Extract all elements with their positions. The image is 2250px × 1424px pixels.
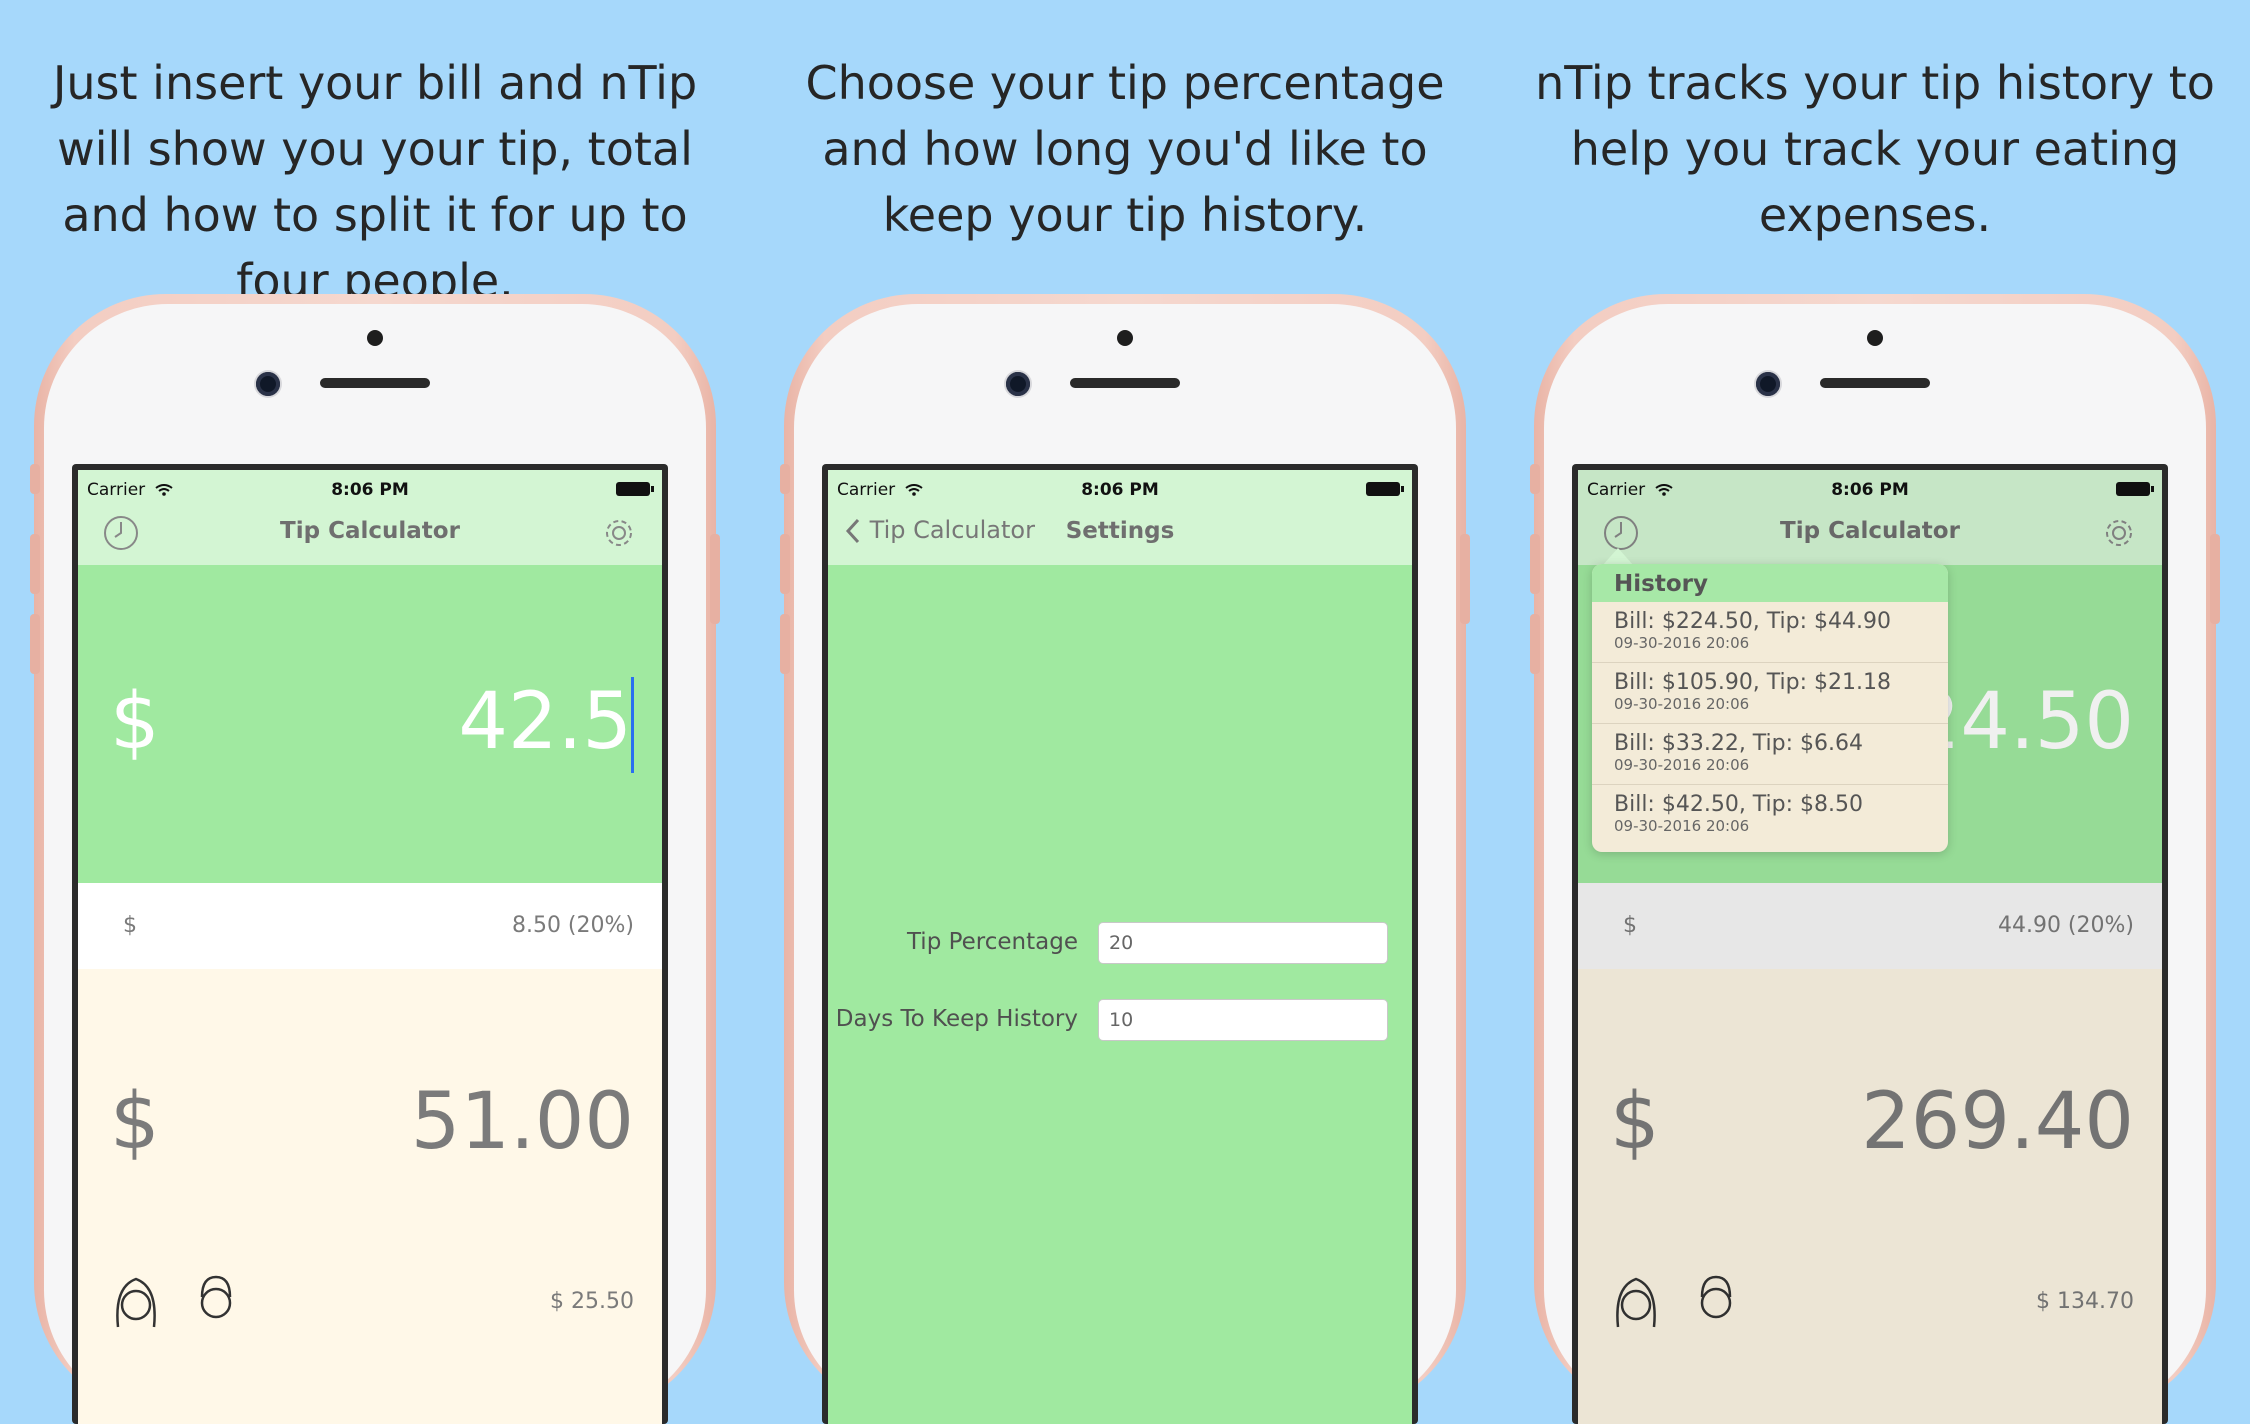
status-bar: Carrier 8:06 PM [1578,478,2162,502]
status-bar: Carrier 8:06 PM [828,478,1412,502]
woman-icon[interactable] [1608,1269,1664,1329]
earpiece-speaker [1820,378,1930,388]
text-cursor [631,677,634,773]
front-camera [256,372,280,396]
history-title: History [1592,564,1948,602]
history-entry: Bill: $33.22, Tip: $6.64 [1614,731,1864,756]
side-button [2210,534,2220,624]
history-entry: Bill: $224.50, Tip: $44.90 [1614,609,1892,634]
side-button [1530,464,1540,494]
display: Carrier 8:06 PM Tip Calculator 24.50 $ 4… [1578,470,2162,1424]
gear-icon[interactable] [2100,514,2138,552]
history-item[interactable]: Bill: $42.50, Tip: $8.50 09-30-2016 20:0… [1592,785,1948,846]
tip-currency: $ [1623,913,1637,938]
side-button [30,534,40,594]
days-history-label: Days To Keep History [835,1006,1078,1032]
split-amount: $ 25.50 [550,1289,634,1314]
phone-1: Carrier 8:06 PM Tip Calculator $ 42.5 $ … [30,294,720,1424]
battery-icon [616,482,654,496]
front-camera [1006,372,1030,396]
earpiece-speaker [320,378,430,388]
display: Carrier 8:06 PM Tip Calculator Settings … [828,470,1412,1424]
phone-2: Carrier 8:06 PM Tip Calculator Settings … [780,294,1470,1424]
screen: Carrier 8:06 PM Tip Calculator Settings … [822,464,1418,1424]
caption-2: Choose your tip percentage and how long … [805,56,1445,242]
battery-icon [1366,482,1404,496]
history-date: 09-30-2016 20:06 [1614,695,1750,713]
total-amount: 269.40 [1861,1077,2134,1167]
page-title: Tip Calculator [280,518,460,544]
history-item[interactable]: Bill: $224.50, Tip: $44.90 09-30-2016 20… [1592,602,1948,663]
side-button [780,614,790,674]
earpiece-speaker [1070,378,1180,388]
bill-currency: $ [110,677,160,767]
page-title: Tip Calculator [1780,518,1960,544]
screen: Carrier 8:06 PM Tip Calculator $ 42.5 $ … [72,464,668,1424]
phone-3: Carrier 8:06 PM Tip Calculator 24.50 $ 4… [1530,294,2220,1424]
side-button [780,464,790,494]
side-button [780,534,790,594]
total-panel: $ 51.00 $ 25.50 [78,969,662,1424]
tip-percentage-input[interactable]: 20 [1098,922,1388,964]
history-item[interactable]: Bill: $105.90, Tip: $21.18 09-30-2016 20… [1592,663,1948,724]
tip-amount: 8.50 (20%) [511,913,634,938]
history-entry: Bill: $105.90, Tip: $21.18 [1614,670,1892,695]
days-history-input[interactable]: 10 [1098,999,1388,1041]
status-bar: Carrier 8:06 PM [78,478,662,502]
bill-panel[interactable]: $ 42.5 [78,565,662,883]
caption-3: nTip tracks your tip history to help you… [1535,56,2215,242]
proximity-sensor [1867,330,1883,346]
screen: Carrier 8:06 PM Tip Calculator 24.50 $ 4… [1572,464,2168,1424]
status-time: 8:06 PM [1831,480,1909,500]
status-time: 8:06 PM [1081,480,1159,500]
total-currency: $ [1610,1077,1660,1167]
tip-amount: 44.90 (20%) [1997,913,2134,938]
nav-bar: Carrier 8:06 PM Tip Calculator Settings [828,470,1412,566]
history-entry: Bill: $42.50, Tip: $8.50 [1614,792,1864,817]
tip-currency: $ [123,913,137,938]
nav-bar: Carrier 8:06 PM Tip Calculator [78,470,662,566]
tip-row: $ 8.50 (20%) [78,883,662,969]
battery-icon [2116,482,2154,496]
caption-1: Just insert your bill and nTip will show… [52,56,698,308]
history-date: 09-30-2016 20:06 [1614,634,1750,652]
tip-percentage-label: Tip Percentage [906,929,1078,955]
history-item[interactable]: Bill: $33.22, Tip: $6.64 09-30-2016 20:0… [1592,724,1948,785]
side-button [1530,614,1540,674]
side-button [30,614,40,674]
settings-body: Tip Percentage 20 Days To Keep History 1… [828,565,1412,1424]
split-amount: $ 134.70 [2036,1289,2134,1314]
proximity-sensor [367,330,383,346]
front-camera [1756,372,1780,396]
display: Carrier 8:06 PM Tip Calculator $ 42.5 $ … [78,470,662,1424]
page-title: Settings [1065,518,1175,544]
total-currency: $ [110,1077,160,1167]
nav-bar: Carrier 8:06 PM Tip Calculator [1578,470,2162,566]
history-date: 09-30-2016 20:06 [1614,756,1750,774]
side-button [1460,534,1470,624]
side-button [710,534,720,624]
side-button [1530,534,1540,594]
bill-input[interactable]: 42.5 [458,677,632,767]
history-date: 09-30-2016 20:06 [1614,817,1750,835]
woman-icon[interactable] [108,1269,164,1329]
proximity-sensor [1117,330,1133,346]
man-icon[interactable] [188,1269,244,1329]
history-popover: History Bill: $224.50, Tip: $44.90 09-30… [1592,564,1948,852]
side-button [30,464,40,494]
total-amount: 51.00 [410,1077,634,1167]
man-icon[interactable] [1688,1269,1744,1329]
tip-row: $ 44.90 (20%) [1578,883,2162,969]
status-time: 8:06 PM [331,480,409,500]
total-panel: $ 269.40 $ 134.70 [1578,969,2162,1424]
gear-icon[interactable] [600,514,638,552]
